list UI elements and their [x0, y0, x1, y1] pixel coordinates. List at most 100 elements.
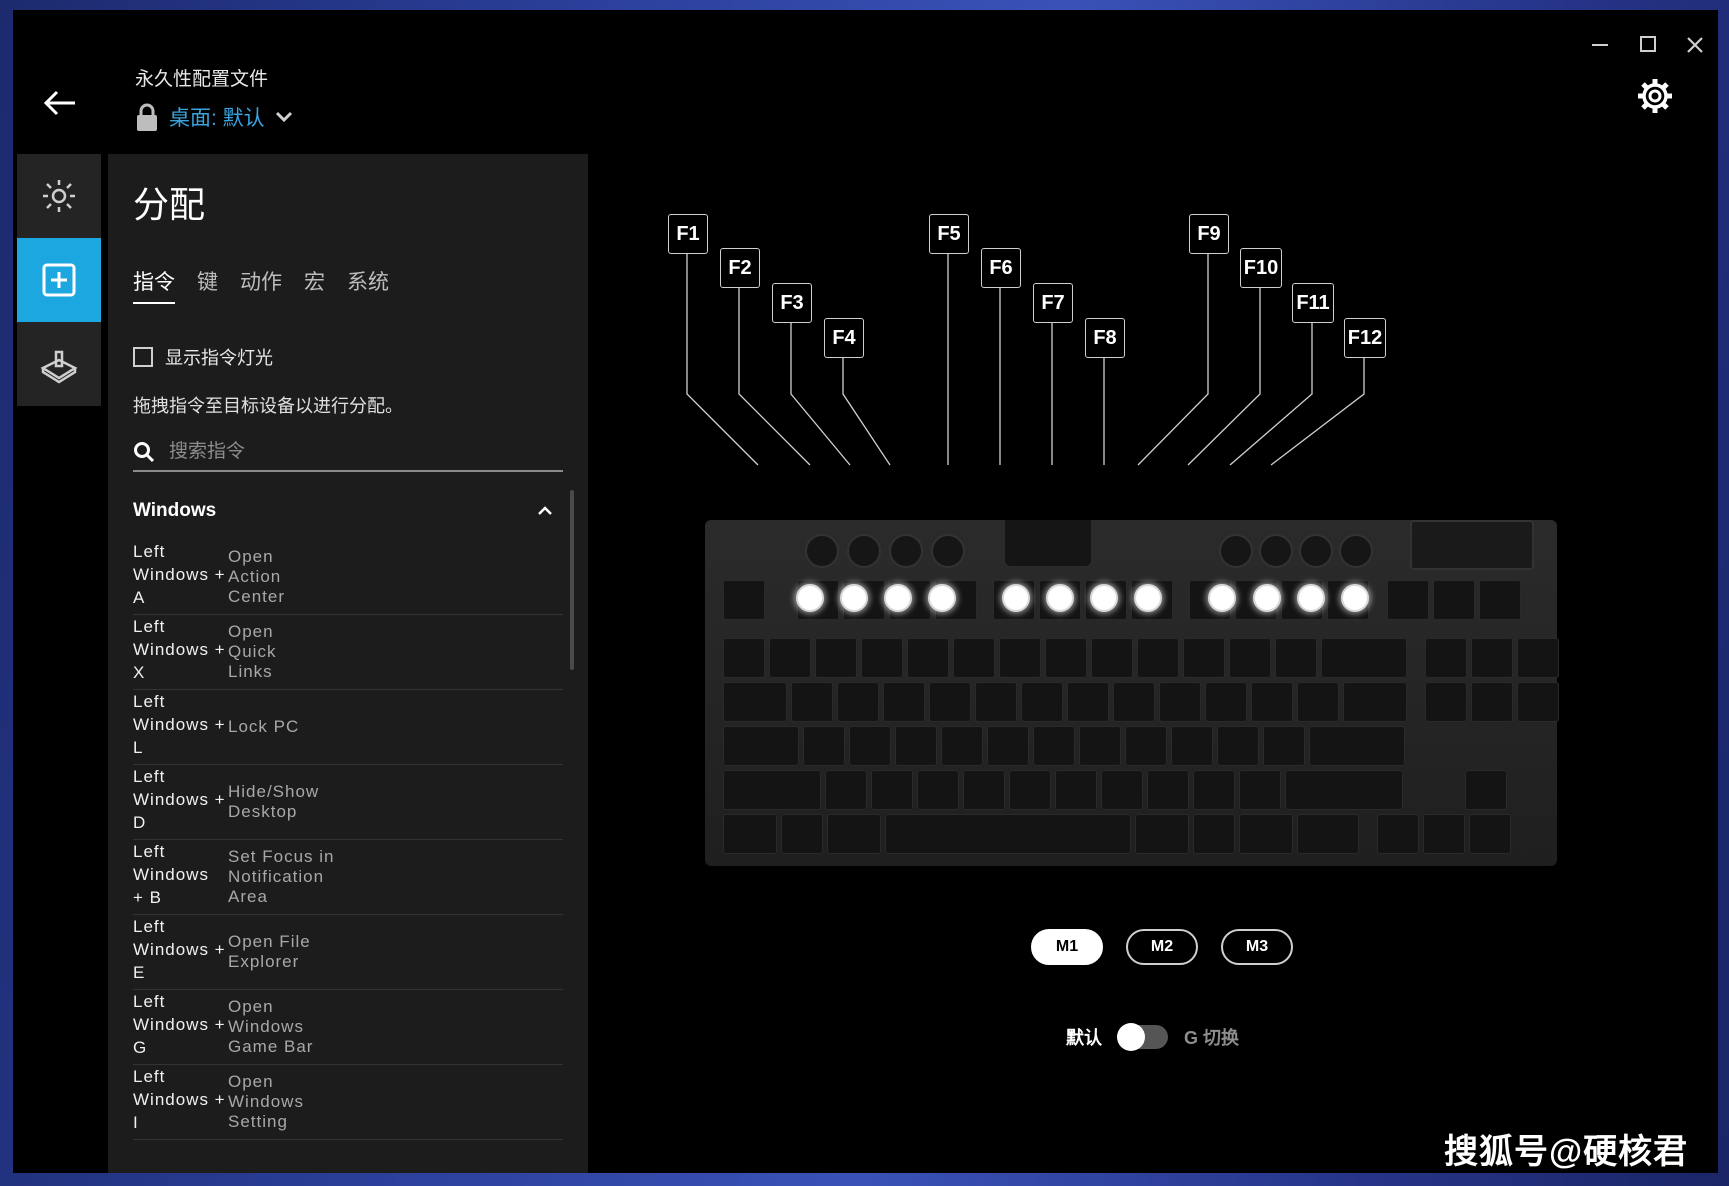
media-button [1259, 534, 1293, 568]
fkey-f7[interactable]: F7 [1033, 283, 1073, 323]
drag-hint: 拖拽指令至目标设备以进行分配。 [133, 396, 403, 416]
command-action: Hide/Show Desktop [228, 782, 320, 821]
command-action: Open Quick Links [228, 622, 277, 681]
number-row [723, 638, 1559, 678]
back-button[interactable] [39, 82, 83, 126]
fkey-led [1046, 584, 1074, 612]
search-input[interactable] [167, 440, 551, 464]
memory-m2-button[interactable]: M2 [1126, 929, 1198, 965]
media-button [847, 534, 881, 568]
command-action: Open Windows Game Bar [228, 997, 314, 1056]
fkey-led [1253, 584, 1281, 612]
rail-assignments[interactable] [17, 238, 101, 322]
shift-row [723, 770, 1507, 810]
fkey-led [884, 584, 912, 612]
memory-m1-button[interactable]: M1 [1031, 929, 1103, 965]
search-bar [133, 434, 563, 472]
assignment-panel: 分配 指令 键 动作 宏 系统 显示指令灯光 拖拽指令至目标设备以进行分配。 W… [108, 154, 588, 1173]
tab-bar: 指令 键 动作 宏 系统 [133, 266, 389, 304]
fkey-f10[interactable]: F10 [1240, 248, 1282, 288]
group-title: Windows [133, 500, 217, 521]
fkey-f9[interactable]: F9 [1189, 214, 1229, 254]
command-keys: Left Windows + D [133, 767, 226, 832]
command-action: Open Windows Setting [228, 1072, 304, 1131]
volume-roller [1410, 520, 1534, 570]
fkey-f1[interactable]: F1 [668, 214, 708, 254]
profile-label: 永久性配置文件 [135, 69, 269, 90]
close-button[interactable] [1680, 30, 1710, 60]
fkey-f6[interactable]: F6 [981, 248, 1021, 288]
media-button [931, 534, 965, 568]
list-item[interactable]: Left Windows + X Open Quick Links [133, 615, 563, 690]
close-icon [1687, 37, 1703, 53]
fkey-f5[interactable]: F5 [929, 214, 969, 254]
keyboard-area: F1 F2 F3 F4 F5 F6 F7 F8 F9 F10 F11 F12 M… [588, 154, 1718, 1173]
command-keys: Left Windows + I [133, 1067, 226, 1132]
fkey-led [928, 584, 956, 612]
media-button [1299, 534, 1333, 568]
list-item[interactable]: Left Windows + G Open Windows Game Bar [133, 990, 563, 1065]
watermark: 搜狐号@硬核君 [1444, 1133, 1689, 1171]
list-item[interactable]: Left Windows + E Open File Explorer [133, 915, 563, 990]
command-keys: Left Windows + E [133, 917, 226, 982]
list-item[interactable]: Left Windows + A Open Action Center [133, 540, 563, 615]
media-button [1219, 534, 1253, 568]
fkey-f8[interactable]: F8 [1085, 318, 1125, 358]
default-label: 默认 [1066, 1028, 1102, 1048]
home-row [723, 726, 1405, 766]
media-button [805, 534, 839, 568]
profile-name: 桌面: 默认 [169, 107, 265, 130]
command-keys: Left Windows + G [133, 992, 226, 1057]
plus-square-icon [42, 263, 76, 297]
list-item[interactable]: Left Windows + B Set Focus in Notificatio… [133, 840, 563, 915]
fkey-led [1002, 584, 1030, 612]
fkey-f4[interactable]: F4 [824, 318, 864, 358]
list-item[interactable]: Left Windows + D Hide/Show Desktop [133, 765, 563, 840]
arrow-left-icon [43, 90, 75, 116]
ghub-window: 永久性配置文件 桌面: 默认 分配 指令 键 动作 宏 系统 显示指令灯光 拖拽… [13, 10, 1718, 1173]
gshift-toggle-row: 默认 G 切换 [1066, 1023, 1239, 1051]
tab-actions[interactable]: 动作 [240, 266, 282, 304]
rail-lighting[interactable] [17, 154, 101, 238]
lock-icon [137, 103, 157, 131]
fkey-f12[interactable]: F12 [1344, 318, 1386, 358]
fkey-led [1297, 584, 1325, 612]
command-action: Lock PC [228, 717, 300, 736]
windows-group-header[interactable]: Windows [133, 500, 553, 522]
joystick-icon [40, 350, 78, 384]
fkey-led [796, 584, 824, 612]
profile-selector[interactable]: 桌面: 默认 [135, 102, 293, 132]
gshift-toggle[interactable] [1117, 1023, 1168, 1051]
tab-macros[interactable]: 宏 [304, 266, 325, 304]
fkey-led [1090, 584, 1118, 612]
sun-icon [43, 180, 75, 212]
tab-system[interactable]: 系统 [347, 266, 389, 304]
minimize-button[interactable] [1585, 30, 1615, 46]
left-rail [17, 154, 101, 406]
command-keys: Left Windows + L [133, 692, 226, 757]
keyboard-image [705, 520, 1559, 866]
search-icon [134, 442, 155, 463]
command-keys: Left Windows + B [133, 842, 209, 907]
settings-button[interactable] [1633, 74, 1677, 118]
fkey-led [1134, 584, 1162, 612]
panel-title: 分配 [133, 184, 206, 225]
bottom-row [723, 814, 1511, 854]
list-scrollbar[interactable] [570, 490, 574, 670]
maximize-button[interactable] [1633, 30, 1663, 52]
gear-icon [1638, 79, 1672, 113]
show-lighting-row: 显示指令灯光 [133, 344, 273, 370]
list-item[interactable]: Left Windows + L Lock PC [133, 690, 563, 765]
show-lighting-label: 显示指令灯光 [165, 348, 273, 368]
fkey-f11[interactable]: F11 [1292, 283, 1334, 323]
fkey-led [1208, 584, 1236, 612]
tab-commands[interactable]: 指令 [133, 266, 175, 304]
memory-m3-button[interactable]: M3 [1221, 929, 1293, 965]
fkey-f3[interactable]: F3 [772, 283, 812, 323]
list-item[interactable]: Left Windows + I Open Windows Setting [133, 1065, 563, 1140]
rail-game-mode[interactable] [17, 322, 101, 406]
fkey-f2[interactable]: F2 [720, 248, 760, 288]
tab-keys[interactable]: 键 [197, 266, 218, 304]
command-list: Left Windows + A Open Action Center Left … [133, 540, 563, 1140]
show-lighting-checkbox[interactable] [133, 347, 153, 367]
